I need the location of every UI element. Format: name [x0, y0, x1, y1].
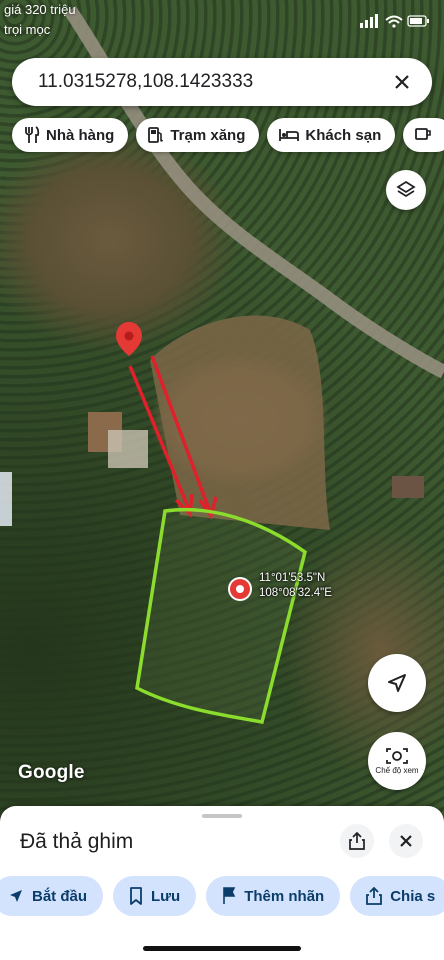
- share-button[interactable]: [340, 824, 374, 858]
- camera-icon: [386, 748, 408, 764]
- action-label: Chia s: [390, 887, 436, 905]
- coffee-icon: [415, 128, 432, 140]
- view-mode-button[interactable]: Chế độ xem: [368, 732, 426, 790]
- action-label: Lưu: [151, 887, 181, 905]
- pin-longitude: 108°08'32.4"E: [259, 587, 332, 599]
- pin-latitude: 11°01'53.5"N: [259, 572, 326, 584]
- navigation-arrow-icon: [10, 890, 22, 902]
- navigation-arrow-icon: [388, 674, 406, 692]
- signal-wifi-battery-icon: [360, 14, 429, 28]
- layers-icon: [396, 180, 416, 198]
- chip-label: Trạm xăng: [170, 126, 246, 144]
- search-bar[interactable]: 11.0315278,108.1423333: [12, 58, 432, 106]
- hotel-icon: [279, 129, 300, 141]
- bookmark-icon: [130, 887, 142, 905]
- flag-icon: [223, 887, 236, 904]
- my-location-button[interactable]: [368, 654, 426, 712]
- building: [392, 476, 424, 498]
- chip-hotels[interactable]: Khách sạn: [267, 118, 396, 152]
- restaurant-icon: [25, 126, 40, 143]
- start-button[interactable]: Bắt đầu: [0, 876, 104, 916]
- drag-handle[interactable]: [202, 814, 242, 818]
- home-indicator[interactable]: [143, 946, 301, 951]
- action-buttons: Bắt đầu Lưu Thêm nhãn Chia s: [0, 876, 444, 916]
- google-logo: Google: [18, 762, 85, 783]
- building-left: [0, 472, 12, 526]
- add-label-button[interactable]: Thêm nhãn: [206, 876, 341, 916]
- close-icon: [400, 835, 412, 847]
- status-caption-line2: trọi mọc: [4, 22, 51, 37]
- dropped-pin-icon[interactable]: [116, 322, 142, 356]
- status-caption-line1: giá 320 triệu: [4, 2, 76, 17]
- category-chips: Nhà hàng Trạm xăng Khách sạn: [12, 118, 444, 152]
- share-icon: [349, 832, 365, 850]
- save-button[interactable]: Lưu: [113, 876, 197, 916]
- close-icon[interactable]: [388, 68, 416, 96]
- status-icons: [360, 14, 430, 31]
- layers-button[interactable]: [386, 170, 426, 210]
- house-yard: [108, 430, 148, 468]
- place-title: Đã thả ghim: [20, 830, 134, 853]
- action-label: Bắt đầu: [32, 887, 88, 905]
- chip-restaurants[interactable]: Nhà hàng: [12, 118, 129, 152]
- view-mode-label: Chế độ xem: [375, 766, 419, 775]
- share-action-button[interactable]: Chia s: [350, 876, 444, 916]
- chip-label: Khách sạn: [305, 126, 382, 144]
- pin-coordinates: 11°01'53.5"N 108°08'32.4"E: [259, 571, 332, 601]
- gas-station-icon: [148, 127, 164, 143]
- share-icon: [366, 887, 383, 905]
- chip-label: Nhà hàng: [46, 126, 115, 144]
- close-sheet-button[interactable]: [389, 824, 423, 858]
- action-label: Thêm nhãn: [244, 887, 325, 905]
- land-plot-boundary[interactable]: [135, 507, 307, 725]
- search-query[interactable]: 11.0315278,108.1423333: [38, 71, 388, 93]
- location-marker-icon[interactable]: [228, 577, 252, 601]
- chip-gas-stations[interactable]: Trạm xăng: [136, 118, 260, 152]
- chip-coffee[interactable]: [403, 118, 444, 152]
- place-bottom-sheet[interactable]: Đã thả ghim Bắt đầu Lưu Thêm nhãn Chia s: [0, 806, 444, 960]
